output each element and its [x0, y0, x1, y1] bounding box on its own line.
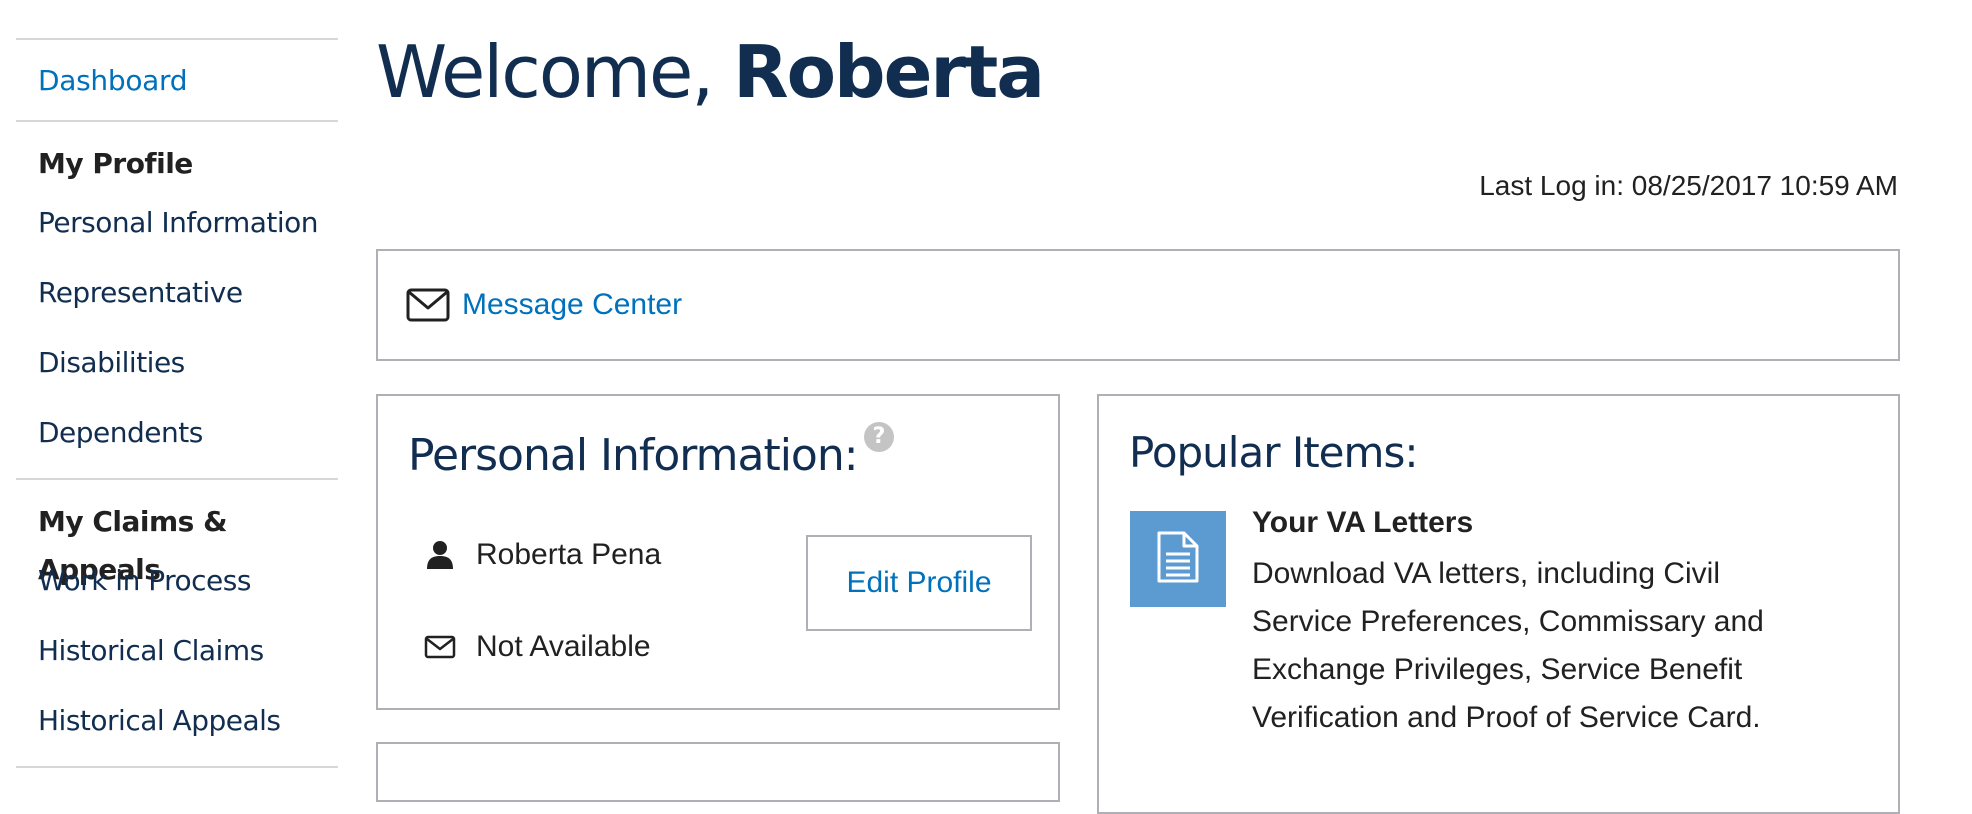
sidebar-heading-my-profile: My Profile	[38, 147, 193, 180]
popular-items-title: Popular Items:	[1129, 428, 1418, 477]
user-icon	[424, 539, 456, 571]
sidebar-nav: Dashboard My Profile Personal Informatio…	[16, 38, 338, 768]
envelope-icon	[406, 288, 450, 322]
edit-profile-button[interactable]: Edit Profile	[806, 535, 1032, 631]
sidebar-item-dependents[interactable]: Dependents	[38, 398, 338, 468]
sidebar-item-historical-appeals[interactable]: Historical Appeals	[38, 686, 338, 756]
message-center-card: Message Center	[376, 249, 1900, 361]
envelope-icon	[424, 631, 456, 663]
profile-name-row: Roberta Pena	[424, 538, 661, 572]
sidebar-item-dashboard[interactable]: Dashboard	[38, 64, 188, 97]
sidebar-dashboard-row: Dashboard	[16, 40, 338, 120]
va-letters-title[interactable]: Your VA Letters	[1252, 506, 1473, 540]
va-letters-description: Download VA letters, including Civil Ser…	[1252, 557, 1764, 734]
sidebar-item-disabilities[interactable]: Disabilities	[38, 328, 338, 398]
page-title: Welcome, Roberta	[376, 22, 1045, 122]
last-login-text: Last Log in: 08/25/2017 10:59 AM	[1479, 170, 1898, 201]
user-first-name: Roberta	[733, 30, 1045, 114]
welcome-prefix: Welcome,	[376, 30, 714, 114]
sidebar-heading-claims-appeals: My Claims & Appeals	[38, 505, 228, 586]
profile-email-row: Not Available	[424, 630, 651, 664]
popular-items-card: Popular Items: Your VA Letters Download …	[1097, 394, 1900, 814]
help-icon[interactable]: ?	[863, 422, 894, 452]
sidebar-item-representative[interactable]: Representative	[38, 258, 338, 328]
next-card	[376, 742, 1060, 802]
document-icon	[1156, 530, 1200, 589]
sidebar-item-personal-information[interactable]: Personal Information	[38, 188, 338, 258]
profile-email: Not Available	[476, 630, 651, 663]
personal-info-title-text: Personal Information:	[408, 430, 859, 481]
sidebar-section-claims-appeals: My Claims & Appeals Work in Process Hist…	[16, 480, 338, 766]
personal-info-title: Personal Information:?	[408, 422, 894, 481]
va-letters-icon-tile[interactable]	[1130, 511, 1226, 607]
message-center-link[interactable]: Message Center	[462, 288, 682, 322]
profile-name: Roberta Pena	[476, 538, 662, 571]
sidebar-item-historical-claims[interactable]: Historical Claims	[38, 616, 338, 686]
sidebar-item-work-in-process[interactable]: Work in Process	[38, 546, 338, 616]
sidebar-section-my-profile: My Profile Personal Information Represen…	[16, 122, 338, 478]
